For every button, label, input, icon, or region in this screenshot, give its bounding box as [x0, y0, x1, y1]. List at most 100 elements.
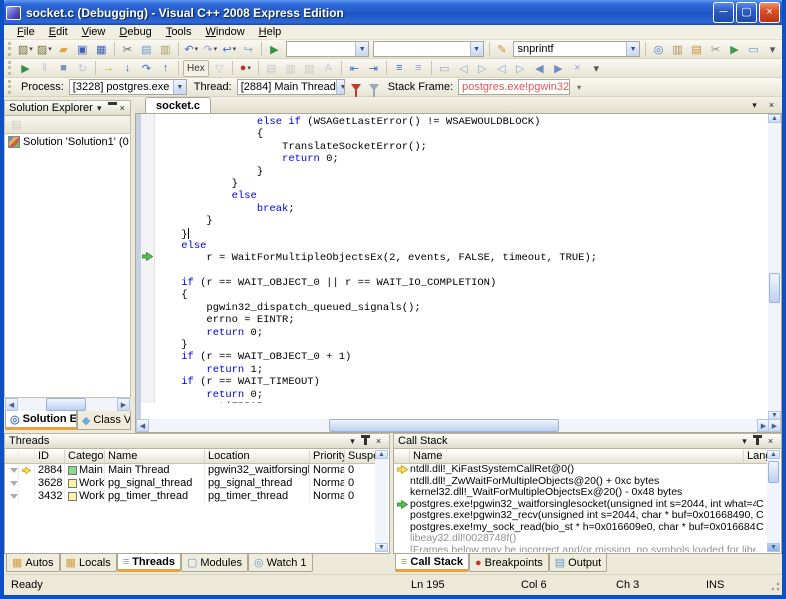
chevron-down-icon[interactable]: ▼ — [626, 42, 639, 56]
navigate-back-icon[interactable]: ↩▾ — [221, 41, 238, 58]
find-options-icon[interactable]: ✎ — [493, 41, 510, 58]
threads-column-category[interactable]: Category — [65, 450, 105, 464]
breakpoints-window-icon[interactable]: ●▾ — [237, 60, 254, 77]
pin-icon[interactable] — [364, 437, 367, 445]
hex-icon[interactable]: Hex — [183, 60, 209, 77]
threads-column-priority[interactable]: Priority — [310, 450, 345, 464]
document-tab-socket-c[interactable]: socket.c — [145, 97, 211, 113]
code-line[interactable]: return 0; — [156, 389, 770, 401]
menu-help[interactable]: Help — [252, 25, 289, 40]
code-line[interactable]: { — [156, 128, 770, 140]
call-stack-frame[interactable]: postgres.exe!pgwin32_recv(unsigned int s… — [394, 510, 770, 522]
threads-vscrollbar[interactable]: ▲ ▼ — [375, 450, 388, 552]
step-out-icon[interactable]: ↑ — [157, 60, 174, 77]
code-line[interactable]: pgwin32_dispatch_queued_signals(); — [156, 302, 770, 314]
menu-debug[interactable]: Debug — [112, 25, 158, 40]
chevron-down-icon[interactable]: ▼ — [355, 42, 368, 56]
menu-file[interactable]: File — [10, 25, 42, 40]
close-icon[interactable]: × — [116, 102, 129, 114]
chevron-down-icon[interactable]: ▾ — [29, 45, 33, 53]
save-icon[interactable]: ▣ — [74, 41, 91, 58]
navigate-forward-icon[interactable]: ↪ — [240, 41, 257, 58]
chevron-down-icon[interactable]: ▾ — [233, 45, 237, 53]
break-all-icon[interactable]: ‖ — [36, 60, 53, 77]
open-file-icon[interactable]: ▰ — [55, 41, 72, 58]
find-in-files-icon[interactable]: ◎ — [650, 41, 667, 58]
comment-selection-icon[interactable]: ≡ — [391, 60, 408, 77]
window-position-icon[interactable]: ▾ — [738, 435, 751, 447]
thread-combo[interactable]: [2884] Main Thread▼ — [237, 79, 345, 95]
editor-hscrollbar[interactable]: ◀ ▶ — [136, 419, 770, 432]
decrease-indent-icon[interactable]: ⇤ — [346, 60, 363, 77]
code-line[interactable]: } — [156, 215, 770, 227]
toolbar-options-icon[interactable]: ▾ — [764, 41, 781, 58]
close-icon[interactable]: × — [372, 435, 385, 447]
increase-indent-icon[interactable]: ⇥ — [365, 60, 382, 77]
import-export-settings-icon[interactable]: ▶ — [726, 41, 743, 58]
code-line[interactable]: TranslateSocketError(); — [156, 141, 770, 153]
flag-icon[interactable] — [5, 477, 19, 490]
tab-breakpoints[interactable]: ●Breakpoints — [469, 554, 549, 572]
call-stack-frame[interactable]: postgres.exe!pgwin32_waitforsinglesocket… — [394, 499, 770, 511]
next-bookmark-in-folder-icon[interactable]: ▷ — [512, 60, 529, 77]
copy-icon[interactable]: ▤ — [138, 41, 155, 58]
context-combo[interactable]: ▼ — [373, 41, 483, 57]
display-word-completion-icon[interactable]: A — [320, 60, 337, 77]
call-stack-frame[interactable]: kernel32.dll!_WaitForMultipleObjectsEx@2… — [394, 487, 770, 499]
thread-row[interactable]: 3432Workpg_timer_threadpg_timer_threadNo… — [5, 490, 377, 503]
tab-solution-expl-[interactable]: ◎Solution Expl... — [5, 411, 77, 430]
close-icon[interactable]: × — [764, 435, 777, 447]
call-stack-name-column[interactable]: Name — [410, 450, 744, 464]
chevron-down-icon[interactable]: ▼ — [336, 80, 345, 94]
scroll-down-icon[interactable]: ▼ — [375, 543, 388, 552]
toolbar-options-icon[interactable]: ▾ — [588, 60, 605, 77]
stack-frame-combo[interactable]: postgres.exe!pgwin32_waitfors▼ — [458, 79, 570, 95]
code-line[interactable]: } — [156, 339, 770, 351]
code-line[interactable]: else — [156, 190, 770, 202]
filter-system-threads-icon[interactable] — [369, 84, 379, 91]
tab-autos[interactable]: ▦Autos — [6, 554, 60, 572]
tab-output[interactable]: ▤Output — [549, 554, 607, 572]
add-item-icon[interactable]: ▨▾ — [36, 41, 53, 58]
editor-vscrollbar[interactable]: ▲ ▼ — [768, 114, 781, 420]
code-line[interactable]: else — [156, 240, 770, 252]
solution-root-item[interactable]: Solution 'Solution1' (0 projects — [5, 134, 130, 148]
close-button[interactable]: × — [759, 2, 780, 23]
cut-icon[interactable]: ✂ — [119, 41, 136, 58]
code-line[interactable]: if (r == WAIT_OBJECT_0 + 1) — [156, 351, 770, 363]
next-bookmark-icon[interactable]: ▷ — [474, 60, 491, 77]
clear-bookmarks-icon[interactable]: × — [569, 60, 586, 77]
menu-view[interactable]: View — [75, 25, 113, 40]
options-tools-icon[interactable]: ✂ — [707, 41, 724, 58]
tab-threads[interactable]: ≡Threads — [117, 554, 181, 572]
call-stack-frame[interactable]: ntdll.dll!_ZwWaitForMultipleObjects@20()… — [394, 476, 770, 488]
new-project-icon[interactable]: ▧▾ — [17, 41, 34, 58]
command-window-icon[interactable]: ▭ — [745, 41, 762, 58]
chevron-down-icon[interactable]: ▾ — [247, 64, 251, 72]
document-list-icon[interactable]: ▾ — [748, 99, 761, 111]
stop-debugging-icon[interactable]: ■ — [55, 60, 72, 77]
previous-bookmark-icon[interactable]: ◁ — [455, 60, 472, 77]
show-threads-in-source-icon[interactable]: ▽ — [211, 60, 228, 77]
code-line[interactable] — [156, 265, 770, 277]
show-next-statement-icon[interactable]: → — [100, 60, 117, 77]
tab-locals[interactable]: ▦Locals — [60, 554, 117, 572]
resize-grip[interactable] — [768, 579, 781, 592]
previous-bookmark-in-document-icon[interactable]: ◀ — [531, 60, 548, 77]
scroll-left-icon[interactable]: ◀ — [136, 419, 149, 432]
code-line[interactable]: } — [156, 228, 770, 240]
code-line[interactable]: r = WaitForMultipleObjectsEx(2, events, … — [156, 252, 770, 264]
paste-icon[interactable]: ▥ — [157, 41, 174, 58]
display-quick-info-icon[interactable]: ▧ — [301, 60, 318, 77]
scroll-up-icon[interactable]: ▲ — [375, 450, 388, 459]
pin-icon[interactable] — [756, 437, 759, 445]
indicator-margin[interactable] — [141, 114, 155, 403]
chevron-down-icon[interactable]: ▼ — [173, 80, 186, 94]
tab-class-view[interactable]: ◆Class View — [77, 411, 131, 430]
call-stack-frame[interactable]: libeay32.dll!0028748f() — [394, 533, 770, 545]
restart-icon[interactable]: ↻ — [74, 60, 91, 77]
minimize-button[interactable]: ─ — [713, 2, 734, 23]
threads-column-id[interactable]: ID — [35, 450, 65, 464]
properties-window-icon[interactable]: ▤ — [688, 41, 705, 58]
call-stack-frame[interactable]: postgres.exe!my_sock_read(bio_st * h=0x0… — [394, 522, 770, 534]
